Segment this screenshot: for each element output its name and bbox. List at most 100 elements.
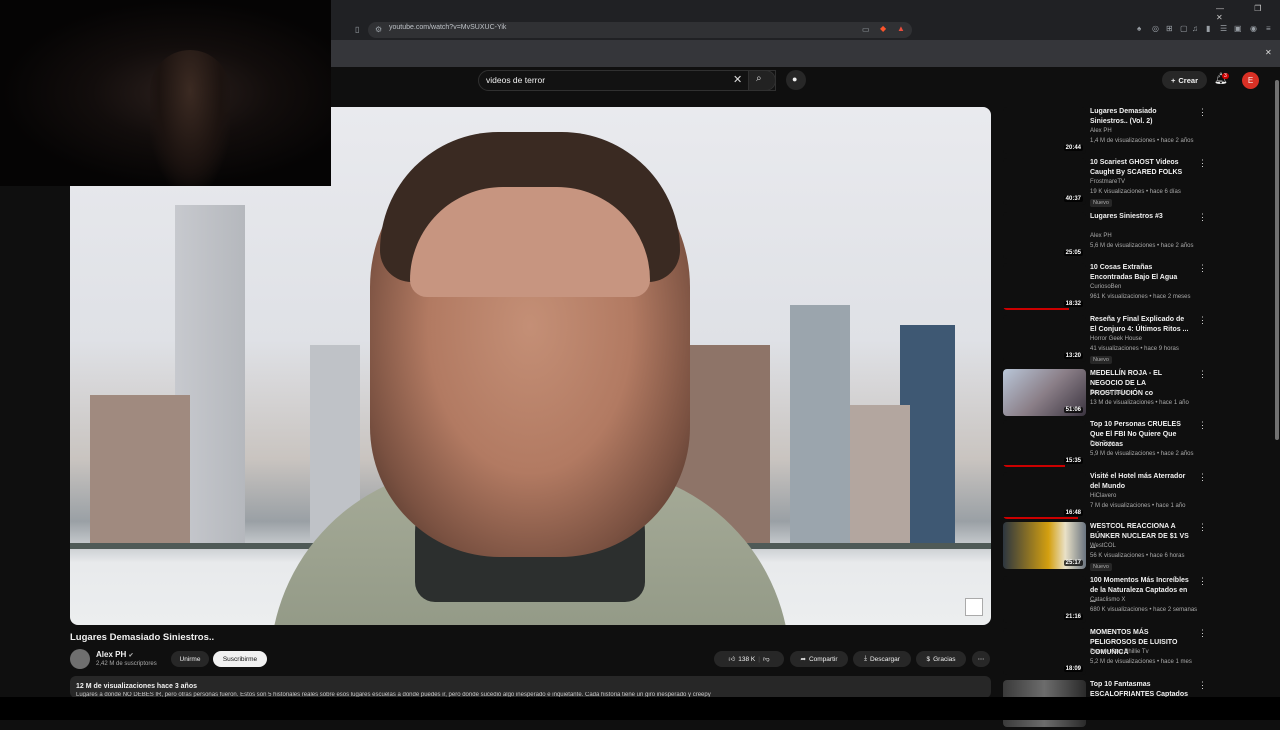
- more-options-icon[interactable]: ⋮: [1198, 369, 1207, 380]
- channel-name-text[interactable]: Alex PH: [96, 650, 126, 659]
- recommendation-title[interactable]: Visité el Hotel más Aterrador del Mundo: [1090, 472, 1190, 492]
- recommendation-thumbnail[interactable]: 40:37: [1003, 158, 1086, 205]
- recommendation-item[interactable]: 18:32 10 Cosas Extrañas Encontradas Bajo …: [1003, 263, 1208, 313]
- recommendation-channel[interactable]: Horror Geek House: [1090, 336, 1142, 342]
- more-options-icon[interactable]: ⋮: [1198, 107, 1207, 118]
- thanks-label: Gracias: [933, 655, 956, 663]
- account-avatar[interactable]: E: [1242, 72, 1259, 89]
- recommendation-item[interactable]: 20:44 Lugares Demasiado Siniestros.. (Vol…: [1003, 107, 1208, 157]
- video-title: Lugares Demasiado Siniestros..: [70, 632, 215, 643]
- wallet-icon[interactable]: ▣: [1234, 24, 1242, 34]
- duration-badge: 15:35: [1063, 458, 1083, 464]
- more-options-icon[interactable]: ⋮: [1198, 212, 1207, 223]
- new-badge: Nuevo: [1090, 356, 1112, 364]
- recommendation-thumbnail[interactable]: 20:44: [1003, 107, 1086, 154]
- more-options-icon[interactable]: ⋮: [1198, 576, 1207, 587]
- recommendation-item[interactable]: 15:35 Top 10 Personas CRUELES Que El FBI …: [1003, 420, 1208, 470]
- recommendation-title[interactable]: Lugares Siniestros #3: [1090, 212, 1190, 222]
- recommendation-thumbnail[interactable]: 21:16: [1003, 576, 1086, 623]
- recommendation-channel[interactable]: Zazza el italiano: [1090, 390, 1133, 396]
- recommendation-thumbnail[interactable]: 15:35: [1003, 420, 1086, 467]
- recommendation-title[interactable]: 10 Scariest GHOST Videos Caught By SCARE…: [1090, 158, 1190, 178]
- duration-badge: 18:32: [1063, 301, 1083, 307]
- recommendation-channel[interactable]: HiClavero: [1090, 493, 1116, 499]
- recommendation-channel[interactable]: Prende Otro Phillie Tv: [1090, 649, 1149, 655]
- like-count[interactable]: 138 K: [738, 656, 755, 663]
- recommendation-channel[interactable]: Alex PH: [1090, 128, 1112, 134]
- recommendation-channel[interactable]: WestCOL: [1090, 543, 1116, 549]
- brave-rewards-icon[interactable]: ▲: [897, 24, 905, 34]
- recommendation-thumbnail[interactable]: 51:06: [1003, 369, 1086, 416]
- create-button[interactable]: + Crear: [1162, 71, 1207, 89]
- more-actions-button[interactable]: ⋯: [972, 651, 990, 667]
- page-scrollbar[interactable]: [1275, 80, 1279, 440]
- recommendation-thumbnail[interactable]: 18:32: [1003, 263, 1086, 310]
- more-options-icon[interactable]: ⋮: [1198, 680, 1207, 691]
- watch-progress-bar: [1003, 465, 1066, 467]
- recommendation-thumbnail[interactable]: 18:09: [1003, 628, 1086, 675]
- views-meta: 12 M de visualizaciones hace 3 años: [76, 683, 197, 690]
- duration-badge: 21:16: [1063, 614, 1083, 620]
- background-building: [90, 395, 190, 545]
- close-icon[interactable]: ✕: [1265, 48, 1272, 58]
- share-button[interactable]: ➦ Compartir: [790, 651, 848, 667]
- recommendation-item[interactable]: 25:17 WESTCOL REACCIONA A BÚNKER NUCLEAR …: [1003, 522, 1208, 572]
- channel-avatar[interactable]: [70, 649, 90, 669]
- like-dislike-group[interactable]: 👍︎ 138 K | 👎︎: [714, 651, 784, 667]
- recommendation-item[interactable]: 16:48 Visité el Hotel más Aterrador del M…: [1003, 472, 1208, 522]
- clear-search-icon[interactable]: ✕: [733, 73, 742, 86]
- more-options-icon[interactable]: ⋮: [1198, 158, 1207, 169]
- more-options-icon[interactable]: ⋮: [1198, 420, 1207, 431]
- bookmark-icon[interactable]: ▯: [355, 25, 359, 35]
- recommendation-channel[interactable]: Alex PH: [1090, 233, 1112, 239]
- download-button[interactable]: ⤓ Descargar: [853, 651, 911, 667]
- recommendation-channel[interactable]: Doc Tops: [1090, 441, 1115, 447]
- recommendation-channel[interactable]: Cataclismo X: [1090, 597, 1125, 603]
- share-label: Compartir: [808, 655, 838, 663]
- join-button[interactable]: Unirme: [171, 651, 209, 667]
- extension-icon[interactable]: ◎: [1152, 24, 1159, 34]
- more-options-icon[interactable]: ⋮: [1198, 522, 1207, 533]
- cast-icon[interactable]: ▭: [862, 25, 870, 35]
- channel-name[interactable]: Alex PH ✔: [96, 650, 134, 659]
- reading-list-icon[interactable]: ☰: [1220, 24, 1227, 34]
- recommendation-item[interactable]: 13:20 Reseña y Final Explicado de El Conj…: [1003, 315, 1208, 365]
- site-info-icon[interactable]: ⚙: [375, 25, 382, 35]
- recommendation-channel[interactable]: FrostmareTV: [1090, 179, 1125, 185]
- more-options-icon[interactable]: ⋮: [1198, 472, 1207, 483]
- more-options-icon[interactable]: ⋮: [1198, 628, 1207, 639]
- recommendation-item[interactable]: 51:06 MEDELLÍN ROJA - EL NEGOCIO DE LA PR…: [1003, 369, 1208, 419]
- vpn-icon[interactable]: ◉: [1250, 24, 1257, 34]
- recommendation-title[interactable]: Reseña y Final Explicado de El Conjuro 4…: [1090, 315, 1190, 335]
- sidebar-icon[interactable]: ▮: [1206, 24, 1210, 34]
- recommendation-thumbnail[interactable]: 13:20: [1003, 315, 1086, 362]
- webcam-overlay: [0, 0, 331, 186]
- more-options-icon[interactable]: ⋮: [1198, 315, 1207, 326]
- recommendation-thumbnail[interactable]: 25:17: [1003, 522, 1086, 569]
- dislike-icon[interactable]: 👎︎: [763, 655, 770, 663]
- extension-icon[interactable]: ▢: [1180, 24, 1188, 34]
- url-text[interactable]: youtube.com/watch?v=MvSUXUC-Yik: [389, 24, 506, 31]
- search-button[interactable]: [748, 70, 776, 91]
- recommendation-item[interactable]: 25:05 Lugares Siniestros #3 Alex PH 5,6 M d…: [1003, 212, 1208, 262]
- recommendation-thumbnail[interactable]: 25:05: [1003, 212, 1086, 259]
- thanks-button[interactable]: $ Gracias: [916, 651, 966, 667]
- player-overlay-icon[interactable]: [965, 598, 983, 616]
- recommendation-title[interactable]: 10 Cosas Extrañas Encontradas Bajo El Ag…: [1090, 263, 1190, 283]
- recommendation-item[interactable]: 21:16 100 Momentos Más Increíbles de la N…: [1003, 576, 1208, 626]
- subscribe-button[interactable]: Suscribirme: [213, 651, 267, 667]
- like-icon[interactable]: 👍︎: [728, 655, 735, 663]
- brave-shield-icon[interactable]: ◆: [880, 24, 886, 34]
- menu-icon[interactable]: ≡: [1266, 24, 1271, 34]
- extension-icon[interactable]: ⊞: [1166, 24, 1173, 34]
- recommendation-thumbnail[interactable]: 16:48: [1003, 472, 1086, 519]
- search-query-text[interactable]: videos de terror: [486, 75, 545, 85]
- more-options-icon[interactable]: ⋮: [1198, 263, 1207, 274]
- extension-icon[interactable]: ♠: [1137, 24, 1141, 34]
- recommendation-channel[interactable]: CuriosoBen: [1090, 284, 1121, 290]
- media-icon[interactable]: ♫: [1192, 24, 1198, 34]
- recommendation-meta: 5,2 M de visualizaciones • hace 1 mes: [1090, 659, 1192, 665]
- recommendation-item[interactable]: 40:37 10 Scariest GHOST Videos Caught By …: [1003, 158, 1208, 208]
- recommendation-title[interactable]: Lugares Demasiado Siniestros.. (Vol. 2): [1090, 107, 1190, 127]
- recommendation-item[interactable]: 18:09 MOMENTOS MÁS PELIGROSOS DE LUISITO …: [1003, 628, 1208, 678]
